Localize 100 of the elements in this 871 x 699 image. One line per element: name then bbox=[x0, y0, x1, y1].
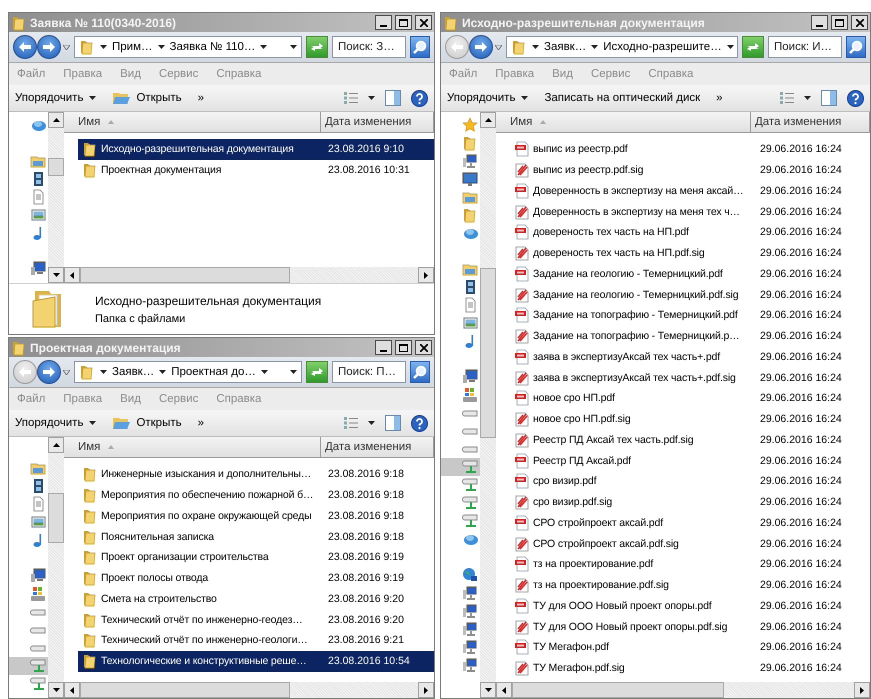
more-button[interactable]: » bbox=[716, 92, 723, 104]
file-row[interactable]: ТУ для ООО Новый проект опоры.pdf.sig 29.06.2016 16:24 bbox=[510, 616, 870, 637]
file-row[interactable]: тз на проектирование.pdf 29.06.2016 16:24 bbox=[510, 554, 870, 575]
caret-icon[interactable] bbox=[100, 45, 107, 49]
search-field[interactable]: Поиск: З… bbox=[332, 36, 406, 58]
file-row[interactable]: тз на проектирование.pdf.sig 29.06.2016 16:24 bbox=[510, 574, 870, 596]
scrollbar-thumb[interactable] bbox=[480, 268, 496, 438]
caret-icon[interactable] bbox=[591, 45, 598, 49]
search-field[interactable]: Поиск: П… bbox=[332, 361, 406, 383]
search-button[interactable] bbox=[410, 361, 430, 383]
caret-icon[interactable] bbox=[89, 96, 96, 100]
file-row[interactable]: Мероприятия по охране окружающей среды 23.08.2016 9:18 bbox=[78, 506, 434, 526]
file-row[interactable]: сро визир.pdf.sig 29.06.2016 16:24 bbox=[510, 492, 870, 512]
caret-icon[interactable] bbox=[100, 370, 107, 374]
column-header[interactable]: Имя bbox=[496, 112, 751, 132]
breadcrumb[interactable]: Заявка № 110… bbox=[170, 41, 256, 53]
file-row[interactable]: новое сро НП.pdf.sig 29.06.2016 16:24 bbox=[510, 408, 870, 430]
view-icon[interactable] bbox=[344, 92, 358, 104]
history-caret-icon[interactable] bbox=[495, 44, 502, 50]
scroll-up-button[interactable] bbox=[48, 437, 64, 453]
caret-icon[interactable] bbox=[159, 370, 166, 374]
file-row[interactable]: ТУ Мегафон.pdf 29.06.2016 16:24 bbox=[510, 637, 870, 658]
caret-icon[interactable] bbox=[260, 370, 268, 374]
minimize-button[interactable] bbox=[375, 15, 392, 30]
caret-icon[interactable] bbox=[260, 45, 268, 49]
breadcrumb[interactable]: Заявк… bbox=[112, 366, 154, 378]
address-bar[interactable]: Прим… Заявка № 110… bbox=[74, 36, 302, 58]
scrollbar-thumb[interactable] bbox=[512, 682, 724, 698]
file-row[interactable]: Доверенность в экспертизу на меня аксай… 29.06.2016 16:24 bbox=[510, 180, 870, 202]
organize-button[interactable]: Упорядочить bbox=[447, 92, 528, 104]
file-row[interactable]: Проект организации строительства 23.08.2016 9:19 bbox=[78, 547, 434, 568]
file-row[interactable]: ТУ Мегафон.pdf.sig 29.06.2016 16:24 bbox=[510, 658, 870, 678]
maximize-button[interactable] bbox=[395, 15, 412, 30]
preview-pane-icon[interactable] bbox=[385, 415, 401, 431]
file-row[interactable]: Технический отчёт по инженерно-геодез… 23.08.2016 9:20 bbox=[78, 609, 434, 630]
scroll-left-button[interactable] bbox=[64, 267, 80, 283]
help-icon[interactable] bbox=[411, 414, 428, 432]
refresh-button[interactable] bbox=[306, 361, 328, 383]
file-row[interactable]: выпис из реестр.pdf 29.06.2016 16:24 bbox=[510, 139, 870, 160]
file-row[interactable]: Задание на топографию - Темерницкий.p… 29.06.2016 16:24 bbox=[510, 326, 870, 346]
view-icon[interactable] bbox=[344, 417, 358, 429]
minimize-button[interactable] bbox=[811, 15, 828, 30]
more-button[interactable]: » bbox=[198, 92, 204, 104]
file-row[interactable]: Задание на геологию - Темерницкий.pdf 29.06.2016 16:24 bbox=[510, 264, 870, 284]
maximize-button[interactable] bbox=[395, 340, 412, 355]
view-caret-icon[interactable] bbox=[368, 96, 375, 100]
forward-button[interactable] bbox=[469, 35, 493, 59]
refresh-button[interactable] bbox=[306, 36, 328, 58]
file-row[interactable]: новое сро НП.pdf 29.06.2016 16:24 bbox=[510, 388, 870, 409]
file-row[interactable]: довереность тех часть на НП.pdf 29.06.2016 16:24 bbox=[510, 222, 870, 243]
preview-pane-icon[interactable] bbox=[385, 90, 401, 106]
history-caret-icon[interactable] bbox=[63, 370, 70, 374]
scroll-up-button[interactable] bbox=[48, 112, 64, 128]
forward-button[interactable] bbox=[37, 360, 61, 384]
open-button[interactable]: Открыть bbox=[112, 90, 182, 106]
file-row[interactable]: СРО стройпроект аксай.pdf 29.06.2016 16:24 bbox=[510, 512, 870, 534]
breadcrumb[interactable]: Проектная до… bbox=[171, 366, 256, 378]
file-row[interactable]: заява в экспертизуАксай тех часть+.pdf.sig 29.06.2016 16:24 bbox=[510, 367, 870, 388]
scroll-up-button[interactable] bbox=[480, 112, 496, 128]
close-button[interactable] bbox=[851, 15, 868, 30]
file-row[interactable]: довереность тех часть на НП.pdf.sig 29.06.2016 16:24 bbox=[510, 242, 870, 264]
file-row[interactable]: Смета на строительство 23.08.2016 9:20 bbox=[78, 588, 434, 610]
scroll-left-button[interactable] bbox=[64, 682, 80, 698]
column-header[interactable]: Имя bbox=[64, 437, 321, 457]
breadcrumb[interactable]: Прим… bbox=[112, 41, 152, 53]
scroll-down-button[interactable] bbox=[48, 682, 64, 698]
organize-button[interactable]: Упорядочить bbox=[15, 92, 96, 104]
scrollbar-thumb[interactable] bbox=[48, 158, 64, 176]
file-row[interactable]: Доверенность в экспертизу на меня тех ч… 29.06.2016 16:24 bbox=[510, 201, 870, 222]
dropdown-caret-icon[interactable] bbox=[290, 370, 297, 374]
file-row[interactable]: Задание на топографию - Темерницкий.pdf 29.06.2016 16:24 bbox=[510, 305, 870, 326]
search-button[interactable] bbox=[846, 36, 866, 58]
breadcrumb[interactable]: Исходно-разрешите… bbox=[603, 41, 722, 53]
breadcrumb[interactable]: Заявк… bbox=[544, 41, 586, 53]
caret-icon[interactable] bbox=[158, 45, 164, 49]
file-row[interactable]: СРО стройпроект аксай.pdf.sig 29.06.2016 16:24 bbox=[510, 533, 870, 554]
preview-pane-icon[interactable] bbox=[821, 90, 837, 106]
file-row[interactable]: Проект полосы отвода 23.08.2016 9:19 bbox=[78, 568, 434, 588]
view-caret-icon[interactable] bbox=[804, 96, 811, 100]
address-bar[interactable]: Заявк… Проектная до… bbox=[74, 361, 302, 383]
help-icon[interactable] bbox=[847, 90, 864, 106]
column-header[interactable]: Имя bbox=[64, 112, 321, 132]
scroll-right-button[interactable] bbox=[418, 267, 434, 283]
file-row[interactable]: Реестр ПД Аксай тех часть.pdf.sig 29.06.2016 16:24 bbox=[510, 430, 870, 450]
open-button[interactable]: Открыть bbox=[112, 415, 182, 431]
dropdown-caret-icon[interactable] bbox=[290, 45, 297, 49]
file-row[interactable]: выпис из реестр.pdf.sig 29.06.2016 16:24 bbox=[510, 160, 870, 180]
more-button[interactable]: » bbox=[198, 417, 204, 429]
burn-button[interactable]: Записать на оптический диск bbox=[544, 92, 700, 104]
close-button[interactable] bbox=[415, 15, 432, 30]
file-row[interactable]: заява в экспертизуАксай тех часть+.pdf 29.06.2016 16:24 bbox=[510, 346, 870, 368]
minimize-button[interactable] bbox=[375, 340, 392, 355]
scrollbar-thumb[interactable] bbox=[80, 267, 290, 283]
search-button[interactable] bbox=[410, 36, 430, 58]
file-row[interactable]: Технический отчёт по инженерно-геологи… 23.08.2016 9:21 bbox=[78, 630, 434, 651]
help-icon[interactable] bbox=[411, 90, 428, 106]
file-row[interactable]: сро визир.pdf 29.06.2016 16:24 bbox=[510, 471, 870, 492]
column-header[interactable]: Дата изменения bbox=[321, 437, 434, 457]
file-row[interactable]: Технологические и конструктивные реше… 23.08.2016 10:54 bbox=[78, 650, 434, 672]
view-icon[interactable] bbox=[780, 92, 794, 104]
